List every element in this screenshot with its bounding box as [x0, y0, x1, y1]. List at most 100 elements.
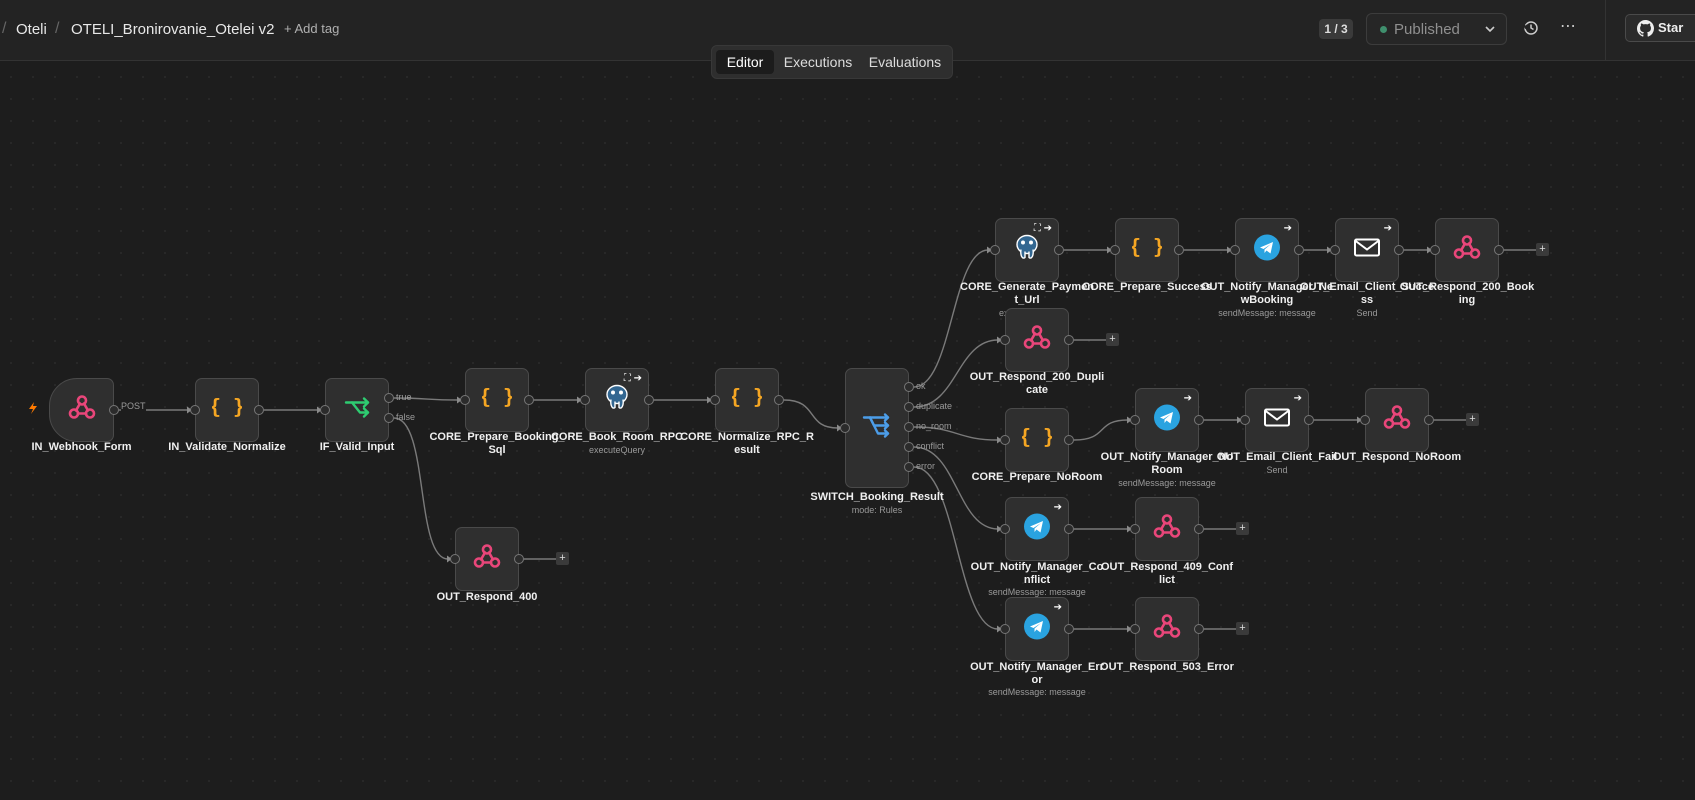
output-port[interactable]	[1054, 245, 1064, 255]
tab-executions[interactable]: Executions	[778, 50, 858, 74]
output-port[interactable]	[1394, 245, 1404, 255]
workflow-name[interactable]: OTELI_Bronirovanie_Otelei v2	[71, 21, 274, 38]
add-node-button[interactable]: +	[1466, 413, 1479, 426]
output-port[interactable]	[254, 405, 264, 415]
input-port[interactable]	[1000, 524, 1010, 534]
workflow-node-prep_succ[interactable]: { }	[1115, 218, 1179, 282]
node-title: OUT_Notify_Manager_Err or	[970, 661, 1104, 686]
output-port[interactable]	[1194, 524, 1204, 534]
workflow-node-notify_noroom[interactable]: ➔	[1135, 388, 1199, 452]
history-icon[interactable]	[1523, 20, 1539, 36]
workflow-node-book_rpc[interactable]: ⛶ ➔	[585, 368, 649, 432]
output-port[interactable]	[1494, 245, 1504, 255]
edge-norm-switch[interactable]	[783, 399, 839, 429]
workflow-node-resp503[interactable]	[1135, 597, 1199, 661]
input-port[interactable]	[1130, 415, 1140, 425]
input-port[interactable]	[320, 405, 330, 415]
workflow-node-webhook[interactable]	[49, 378, 114, 442]
output-port[interactable]	[524, 395, 534, 405]
workflow-node-switch[interactable]	[845, 368, 909, 488]
input-port[interactable]	[1130, 624, 1140, 634]
tab-evaluations[interactable]: Evaluations	[862, 50, 948, 74]
output-port-ok[interactable]	[904, 382, 914, 392]
input-port[interactable]	[1000, 624, 1010, 634]
output-port[interactable]	[644, 395, 654, 405]
workflow-node-prep_sql[interactable]: { }	[465, 368, 529, 432]
output-port[interactable]	[774, 395, 784, 405]
workflow-node-notify_err[interactable]: ➔	[1005, 597, 1069, 661]
workflow-node-if[interactable]	[325, 378, 389, 442]
output-port[interactable]	[1304, 415, 1314, 425]
output-port[interactable]	[1294, 245, 1304, 255]
input-port[interactable]	[990, 245, 1000, 255]
workflow-node-resp200[interactable]	[1435, 218, 1499, 282]
workflow-node-prep_noroom[interactable]: { }	[1005, 408, 1069, 472]
add-node-button[interactable]: +	[1236, 622, 1249, 635]
output-port[interactable]	[1194, 415, 1204, 425]
input-port[interactable]	[1430, 245, 1440, 255]
output-port[interactable]	[1174, 245, 1184, 255]
input-port[interactable]	[710, 395, 720, 405]
add-node-button[interactable]: +	[556, 552, 569, 565]
output-port[interactable]	[109, 405, 119, 415]
input-port[interactable]	[450, 554, 460, 564]
output-port-error[interactable]	[904, 462, 914, 472]
input-port[interactable]	[1330, 245, 1340, 255]
input-port[interactable]	[460, 395, 470, 405]
edge-switch-conflict[interactable]	[913, 446, 999, 530]
output-port[interactable]	[1064, 624, 1074, 634]
workflow-node-email_succ[interactable]: ➔	[1335, 218, 1399, 282]
node-status-icon: ➔	[1183, 393, 1192, 404]
node-title: IN_Webhook_Form	[31, 441, 132, 453]
more-options-icon[interactable]: ⋯	[1560, 16, 1577, 36]
input-port[interactable]	[1360, 415, 1370, 425]
edge-switch-ok[interactable]	[913, 249, 989, 388]
breadcrumb-project[interactable]: Oteli	[16, 21, 47, 38]
mail-icon	[1352, 233, 1382, 268]
add-node-button[interactable]: +	[1106, 333, 1119, 346]
input-port[interactable]	[1110, 245, 1120, 255]
output-port-false[interactable]	[384, 413, 394, 423]
code-icon: { }	[209, 393, 245, 428]
output-port-true[interactable]	[384, 393, 394, 403]
github-star-button[interactable]: Star	[1625, 14, 1695, 42]
output-port-no_room[interactable]	[904, 422, 914, 432]
workflow-node-resp409[interactable]	[1135, 497, 1199, 561]
node-title: CORE_Book_Room_RPC	[550, 431, 684, 443]
trigger-bolt-icon	[28, 401, 38, 419]
node-title: CORE_Normalize_RPC_R esult	[680, 431, 814, 456]
workflow-node-gen_pay[interactable]: ⛶ ➔	[995, 218, 1059, 282]
output-port[interactable]	[1194, 624, 1204, 634]
add-node-button[interactable]: +	[1236, 522, 1249, 535]
input-port[interactable]	[1000, 435, 1010, 445]
publish-button[interactable]: Published	[1366, 13, 1475, 45]
input-port[interactable]	[1000, 335, 1010, 345]
input-port[interactable]	[580, 395, 590, 405]
node-subtitle: executeQuery	[588, 445, 646, 455]
input-port[interactable]	[1230, 245, 1240, 255]
workflow-node-email_fail[interactable]: ➔	[1245, 388, 1309, 452]
output-port[interactable]	[1064, 524, 1074, 534]
workflow-node-resp400[interactable]	[455, 527, 519, 591]
workflow-node-resp200dup[interactable]	[1005, 308, 1069, 372]
publish-dropdown-button[interactable]	[1474, 13, 1507, 45]
output-port[interactable]	[1064, 335, 1074, 345]
workflow-node-resp_noroom[interactable]	[1365, 388, 1429, 452]
workflow-node-norm_rpc[interactable]: { }	[715, 368, 779, 432]
input-port[interactable]	[1240, 415, 1250, 425]
output-port-duplicate[interactable]	[904, 402, 914, 412]
add-node-button[interactable]: +	[1536, 243, 1549, 256]
input-port[interactable]	[840, 423, 850, 433]
output-port[interactable]	[514, 554, 524, 564]
output-port-conflict[interactable]	[904, 442, 914, 452]
workflow-node-validate[interactable]: { }	[195, 378, 259, 442]
add-tag-button[interactable]: + Add tag	[284, 21, 339, 36]
workflow-node-notify_new[interactable]: ➔	[1235, 218, 1299, 282]
output-port[interactable]	[1424, 415, 1434, 425]
workflow-node-notify_conf[interactable]: ➔	[1005, 497, 1069, 561]
input-port[interactable]	[1130, 524, 1140, 534]
output-port[interactable]	[1064, 435, 1074, 445]
input-port[interactable]	[190, 405, 200, 415]
edge-noroom-notify[interactable]	[1073, 419, 1129, 441]
tab-editor[interactable]: Editor	[716, 50, 774, 74]
